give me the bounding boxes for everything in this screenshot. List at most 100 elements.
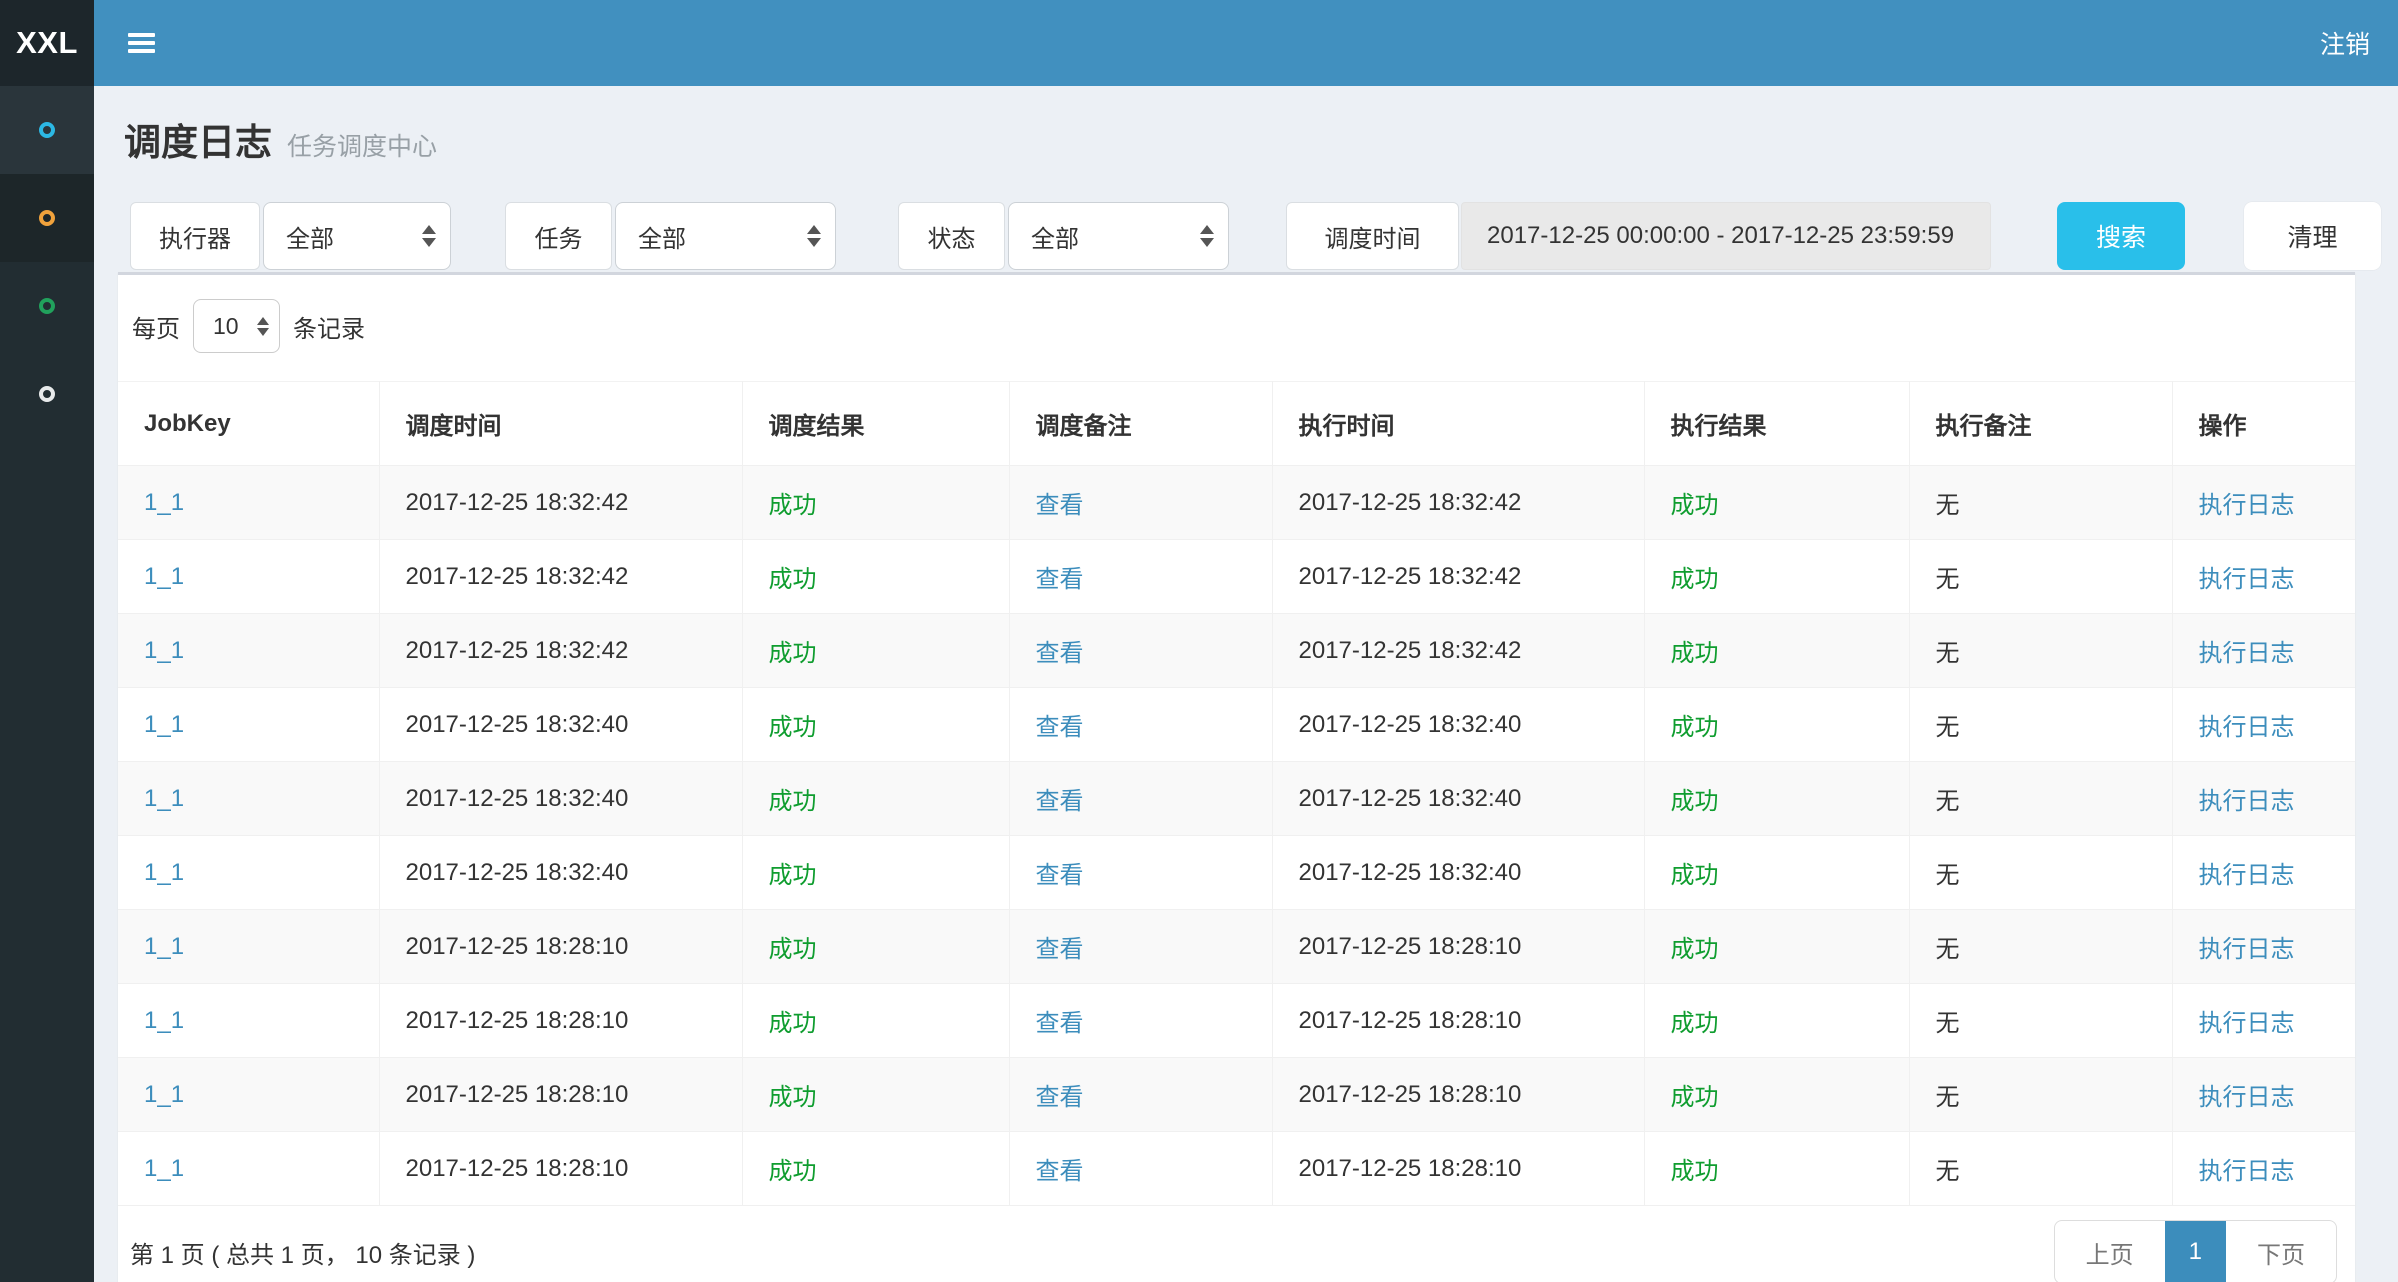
handle-remark-cell: 无	[1909, 762, 2172, 836]
sidebar-item-1[interactable]	[0, 86, 94, 174]
table-row: 1_12017-12-25 18:32:42成功查看2017-12-25 18:…	[118, 614, 2355, 688]
trigger-time-filter-group: 调度时间 2017-12-25 00:00:00 - 2017-12-25 23…	[1286, 202, 1991, 270]
job-select[interactable]: 全部	[615, 202, 836, 270]
column-header: 操作	[2172, 382, 2355, 466]
trigger-result-cell: 成功	[742, 1132, 1009, 1206]
jobkey-link[interactable]: 1_1	[118, 540, 379, 614]
executor-select[interactable]: 全部	[263, 202, 451, 270]
handle-time-cell: 2017-12-25 18:32:42	[1272, 614, 1644, 688]
circle-icon	[39, 386, 55, 402]
trigger-time-cell: 2017-12-25 18:28:10	[379, 910, 742, 984]
jobkey-link[interactable]: 1_1	[118, 1058, 379, 1132]
trigger-remark-link[interactable]: 查看	[1009, 1058, 1272, 1132]
job-filter-label: 任务	[505, 202, 612, 270]
table-header-row: JobKey调度时间调度结果调度备注执行时间执行结果执行备注操作	[118, 382, 2355, 466]
status-select-value: 全部	[1031, 219, 1079, 254]
column-header: 调度结果	[742, 382, 1009, 466]
execution-log-link[interactable]: 执行日志	[2172, 466, 2355, 540]
handle-result-cell: 成功	[1644, 1132, 1909, 1206]
search-button[interactable]: 搜索	[2057, 202, 2185, 270]
execution-log-link[interactable]: 执行日志	[2172, 688, 2355, 762]
execution-log-link[interactable]: 执行日志	[2172, 984, 2355, 1058]
column-header: 调度时间	[379, 382, 742, 466]
jobkey-link[interactable]: 1_1	[118, 836, 379, 910]
circle-icon	[39, 122, 55, 138]
handle-remark-cell: 无	[1909, 836, 2172, 910]
sidebar-toggle-button[interactable]	[124, 23, 159, 63]
execution-log-link[interactable]: 执行日志	[2172, 836, 2355, 910]
trigger-result-cell: 成功	[742, 1058, 1009, 1132]
trigger-remark-link[interactable]: 查看	[1009, 836, 1272, 910]
app-logo[interactable]: XXL	[0, 0, 94, 86]
column-header: 执行时间	[1272, 382, 1644, 466]
logout-link[interactable]: 注销	[2320, 25, 2370, 61]
trigger-remark-link[interactable]: 查看	[1009, 466, 1272, 540]
trigger-time-cell: 2017-12-25 18:32:40	[379, 688, 742, 762]
handle-result-cell: 成功	[1644, 984, 1909, 1058]
jobkey-link[interactable]: 1_1	[118, 910, 379, 984]
trigger-remark-link[interactable]: 查看	[1009, 540, 1272, 614]
trigger-result-cell: 成功	[742, 910, 1009, 984]
clear-button[interactable]: 清理	[2244, 202, 2381, 270]
table-row: 1_12017-12-25 18:32:40成功查看2017-12-25 18:…	[118, 836, 2355, 910]
trigger-result-cell: 成功	[742, 762, 1009, 836]
execution-log-link[interactable]: 执行日志	[2172, 614, 2355, 688]
handle-remark-cell: 无	[1909, 984, 2172, 1058]
sidebar-item-2[interactable]	[0, 174, 94, 262]
handle-remark-cell: 无	[1909, 1132, 2172, 1206]
table-row: 1_12017-12-25 18:28:10成功查看2017-12-25 18:…	[118, 984, 2355, 1058]
status-select[interactable]: 全部	[1008, 202, 1229, 270]
jobkey-link[interactable]: 1_1	[118, 762, 379, 836]
execution-log-link[interactable]: 执行日志	[2172, 1058, 2355, 1132]
pagination-page-1-button[interactable]: 1	[2165, 1221, 2226, 1282]
trigger-remark-link[interactable]: 查看	[1009, 910, 1272, 984]
pagination: 上页 1 下页	[2054, 1220, 2337, 1282]
jobkey-link[interactable]: 1_1	[118, 614, 379, 688]
navbar: 注销	[94, 0, 2398, 86]
page-title: 调度日志	[124, 112, 272, 166]
handle-result-cell: 成功	[1644, 688, 1909, 762]
handle-time-cell: 2017-12-25 18:28:10	[1272, 984, 1644, 1058]
handle-time-cell: 2017-12-25 18:28:10	[1272, 1058, 1644, 1132]
handle-result-cell: 成功	[1644, 836, 1909, 910]
jobkey-link[interactable]: 1_1	[118, 466, 379, 540]
trigger-result-cell: 成功	[742, 540, 1009, 614]
column-header: 执行结果	[1644, 382, 1909, 466]
trigger-remark-link[interactable]: 查看	[1009, 762, 1272, 836]
select-arrows-icon	[1200, 225, 1214, 247]
trigger-remark-link[interactable]: 查看	[1009, 1132, 1272, 1206]
select-arrows-icon	[422, 225, 436, 247]
table-row: 1_12017-12-25 18:32:40成功查看2017-12-25 18:…	[118, 762, 2355, 836]
column-header: 调度备注	[1009, 382, 1272, 466]
trigger-time-cell: 2017-12-25 18:32:42	[379, 466, 742, 540]
jobkey-link[interactable]: 1_1	[118, 984, 379, 1058]
trigger-result-cell: 成功	[742, 836, 1009, 910]
table-row: 1_12017-12-25 18:32:42成功查看2017-12-25 18:…	[118, 466, 2355, 540]
trigger-remark-link[interactable]: 查看	[1009, 614, 1272, 688]
trigger-remark-link[interactable]: 查看	[1009, 688, 1272, 762]
handle-remark-cell: 无	[1909, 910, 2172, 984]
hamburger-icon	[128, 33, 155, 53]
trigger-remark-link[interactable]: 查看	[1009, 984, 1272, 1058]
jobkey-link[interactable]: 1_1	[118, 1132, 379, 1206]
page-header: 调度日志 任务调度中心	[94, 86, 2398, 182]
sidebar-item-4[interactable]	[0, 350, 94, 438]
execution-log-link[interactable]: 执行日志	[2172, 762, 2355, 836]
jobkey-link[interactable]: 1_1	[118, 688, 379, 762]
select-arrows-icon	[807, 225, 821, 247]
trigger-time-cell: 2017-12-25 18:32:42	[379, 540, 742, 614]
page-size-select[interactable]: 10	[193, 299, 280, 353]
trigger-time-cell: 2017-12-25 18:28:10	[379, 984, 742, 1058]
page-size-prefix: 每页	[132, 309, 180, 344]
pagination-prev-button[interactable]: 上页	[2055, 1221, 2165, 1282]
pagination-next-button[interactable]: 下页	[2226, 1221, 2336, 1282]
topbar: XXL 注销	[0, 0, 2398, 86]
trigger-time-range-input[interactable]: 2017-12-25 00:00:00 - 2017-12-25 23:59:5…	[1461, 202, 1991, 270]
sidebar-item-3[interactable]	[0, 262, 94, 350]
table-row: 1_12017-12-25 18:28:10成功查看2017-12-25 18:…	[118, 1058, 2355, 1132]
execution-log-link[interactable]: 执行日志	[2172, 1132, 2355, 1206]
execution-log-link[interactable]: 执行日志	[2172, 910, 2355, 984]
handle-remark-cell: 无	[1909, 1058, 2172, 1132]
handle-result-cell: 成功	[1644, 540, 1909, 614]
execution-log-link[interactable]: 执行日志	[2172, 540, 2355, 614]
